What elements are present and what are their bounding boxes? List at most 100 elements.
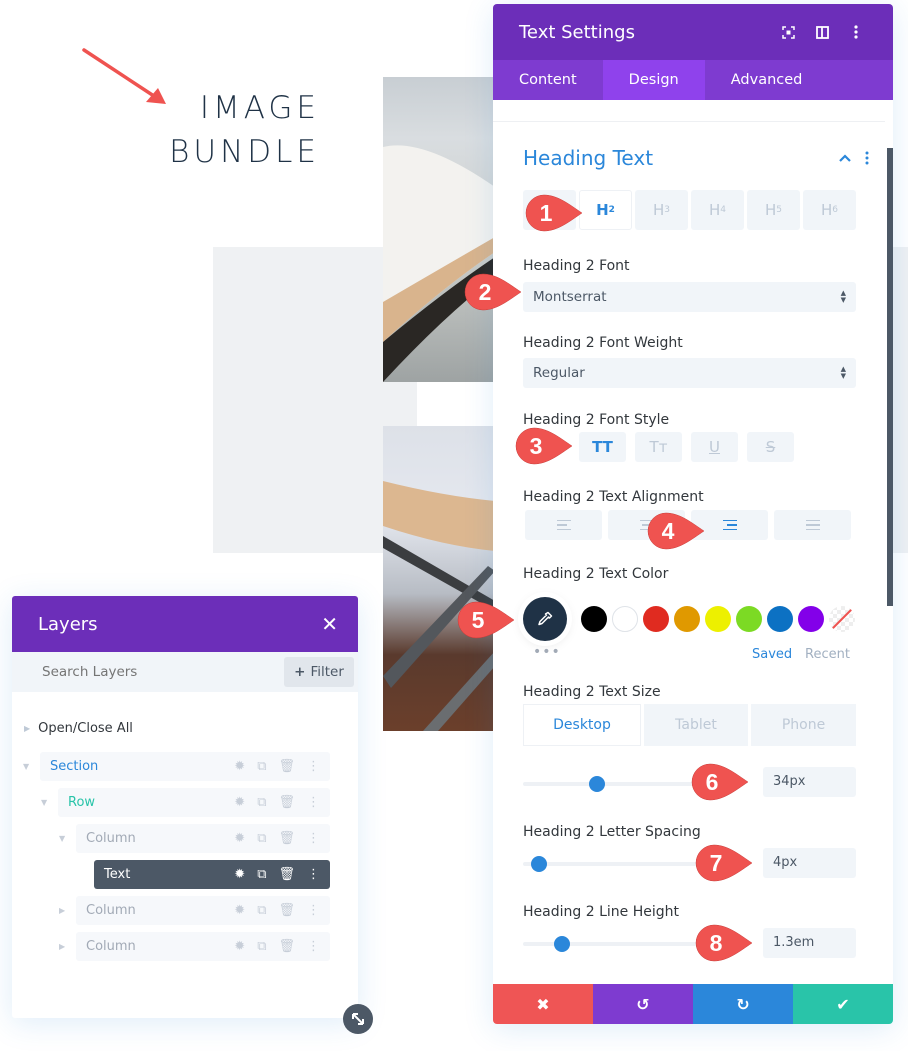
gear-icon[interactable]: ✹	[234, 939, 245, 954]
device-tab-phone[interactable]: Phone	[751, 704, 856, 746]
line-height-slider[interactable]	[523, 936, 698, 952]
swatch-orange[interactable]	[674, 606, 700, 632]
text-alignment-label: Heading 2 Text Alignment	[523, 489, 704, 505]
redo-button[interactable]: ↻	[693, 984, 793, 1024]
swatch-black[interactable]	[581, 606, 607, 632]
close-icon[interactable]: ✕	[321, 612, 338, 636]
tab-content[interactable]: Content	[493, 60, 603, 100]
cancel-button[interactable]: ✖	[493, 984, 593, 1024]
duplicate-icon[interactable]: ⧉	[257, 903, 266, 918]
layer-actions: ✹ ⧉ 🗑 ⋮	[234, 939, 330, 954]
open-close-all[interactable]: ▶ Open/Close All	[24, 721, 133, 736]
chevron-up-icon[interactable]	[839, 148, 851, 166]
swatch-green[interactable]	[736, 606, 762, 632]
more-vertical-icon[interactable]: ⋮	[307, 903, 320, 918]
expand-triangle-icon[interactable]: ▼	[59, 834, 65, 843]
swatch-red[interactable]	[643, 606, 669, 632]
gear-icon[interactable]: ✹	[234, 795, 245, 810]
layer-row-section[interactable]: Section ✹ ⧉ 🗑 ⋮	[40, 752, 330, 781]
section-title-heading-text[interactable]: Heading Text	[523, 146, 653, 170]
slider-handle[interactable]	[588, 776, 605, 792]
font-weight-select[interactable]: Regular ▲ ▼	[523, 358, 856, 388]
layer-actions: ✹ ⧉ 🗑 ⋮	[234, 867, 330, 882]
more-vertical-icon[interactable]: ⋮	[307, 795, 320, 810]
layer-name: Column	[86, 939, 136, 954]
trash-icon[interactable]: 🗑	[278, 831, 295, 846]
heading-tab-h4[interactable]: H4	[691, 190, 744, 230]
tab-design[interactable]: Design	[602, 60, 705, 100]
heading-tab-h5[interactable]: H5	[747, 190, 800, 230]
gear-icon[interactable]: ✹	[234, 903, 245, 918]
image-bundle-heading[interactable]: IMAGE BUNDLE	[120, 86, 320, 174]
search-layers-input[interactable]	[42, 664, 284, 680]
letter-spacing-input[interactable]: 4px	[763, 848, 856, 878]
text-size-slider[interactable]	[523, 776, 698, 792]
layer-row-column[interactable]: Column ✹ ⧉ 🗑 ⋮	[76, 824, 330, 853]
trash-icon[interactable]: 🗑	[278, 759, 295, 774]
strikethrough-button[interactable]: S	[747, 432, 794, 462]
capitalize-button[interactable]: Tт	[635, 432, 682, 462]
collapse-triangle-icon[interactable]: ▶	[59, 906, 65, 915]
underline-button[interactable]: U	[691, 432, 738, 462]
layer-row-text-selected[interactable]: Text ✹ ⧉ 🗑 ⋮	[94, 860, 330, 889]
duplicate-icon[interactable]: ⧉	[257, 759, 266, 774]
tab-advanced[interactable]: Advanced	[705, 60, 829, 100]
filter-button[interactable]: + Filter	[284, 657, 354, 687]
gear-icon[interactable]: ✹	[234, 759, 245, 774]
undo-button[interactable]: ↺	[593, 984, 693, 1024]
align-left-button[interactable]	[525, 510, 602, 540]
swatch-yellow[interactable]	[705, 606, 731, 632]
heading-tab-h6[interactable]: H6	[803, 190, 856, 230]
swatch-purple[interactable]	[798, 606, 824, 632]
saved-colors-link[interactable]: Saved	[752, 647, 792, 662]
font-select[interactable]: Montserrat ▲ ▼	[523, 282, 856, 312]
more-vertical-icon[interactable]: ⋮	[307, 867, 320, 882]
fullscreen-icon[interactable]	[771, 15, 805, 49]
duplicate-icon[interactable]: ⧉	[257, 939, 266, 954]
gear-icon[interactable]: ✹	[234, 867, 245, 882]
trash-icon[interactable]: 🗑	[278, 903, 295, 918]
duplicate-icon[interactable]: ⧉	[257, 867, 266, 882]
layer-row-column[interactable]: Column ✹ ⧉ 🗑 ⋮	[76, 896, 330, 925]
more-vertical-icon[interactable]: ⋮	[307, 939, 320, 954]
more-vertical-icon[interactable]	[839, 15, 873, 49]
callout-marker-6: 6	[690, 762, 752, 802]
device-tab-desktop[interactable]: Desktop	[523, 704, 641, 746]
color-picker-button[interactable]	[523, 597, 567, 641]
save-button[interactable]: ✔	[793, 984, 893, 1024]
more-colors-icon[interactable]: •••	[533, 644, 561, 660]
section-more-icon[interactable]	[865, 150, 869, 169]
trash-icon[interactable]: 🗑	[278, 867, 295, 882]
scrollbar[interactable]	[887, 148, 893, 606]
layer-row-row[interactable]: Row ✹ ⧉ 🗑 ⋮	[58, 788, 330, 817]
slider-handle[interactable]	[553, 936, 570, 952]
heading-tab-h2[interactable]: H2	[579, 190, 632, 230]
gear-icon[interactable]: ✹	[234, 831, 245, 846]
split-view-icon[interactable]	[805, 15, 839, 49]
align-justify-button[interactable]	[774, 510, 851, 540]
more-vertical-icon[interactable]: ⋮	[307, 831, 320, 846]
uppercase-button[interactable]: TT	[579, 432, 626, 462]
swatch-white[interactable]	[612, 606, 638, 632]
duplicate-icon[interactable]: ⧉	[257, 831, 266, 846]
expand-triangle-icon[interactable]: ▼	[41, 798, 47, 807]
resize-handle[interactable]	[343, 1004, 373, 1034]
layer-row-column[interactable]: Column ✹ ⧉ 🗑 ⋮	[76, 932, 330, 961]
expand-triangle-icon[interactable]: ▼	[23, 762, 29, 771]
device-tabs: Desktop Tablet Phone	[523, 704, 856, 746]
heading-tab-h3[interactable]: H3	[635, 190, 688, 230]
more-vertical-icon[interactable]: ⋮	[307, 759, 320, 774]
trash-icon[interactable]: 🗑	[278, 939, 295, 954]
text-size-input[interactable]: 34px	[763, 767, 856, 797]
trash-icon[interactable]: 🗑	[278, 795, 295, 810]
line-height-input[interactable]: 1.3em	[763, 928, 856, 958]
slider-handle[interactable]	[530, 856, 547, 872]
duplicate-icon[interactable]: ⧉	[257, 795, 266, 810]
font-select-value: Montserrat	[533, 289, 607, 305]
letter-spacing-slider[interactable]	[523, 856, 698, 872]
swatch-blue[interactable]	[767, 606, 793, 632]
collapse-triangle-icon[interactable]: ▶	[59, 942, 65, 951]
recent-colors-link[interactable]: Recent	[805, 647, 850, 662]
device-tab-tablet[interactable]: Tablet	[644, 704, 748, 746]
swatch-transparent[interactable]	[829, 606, 855, 632]
